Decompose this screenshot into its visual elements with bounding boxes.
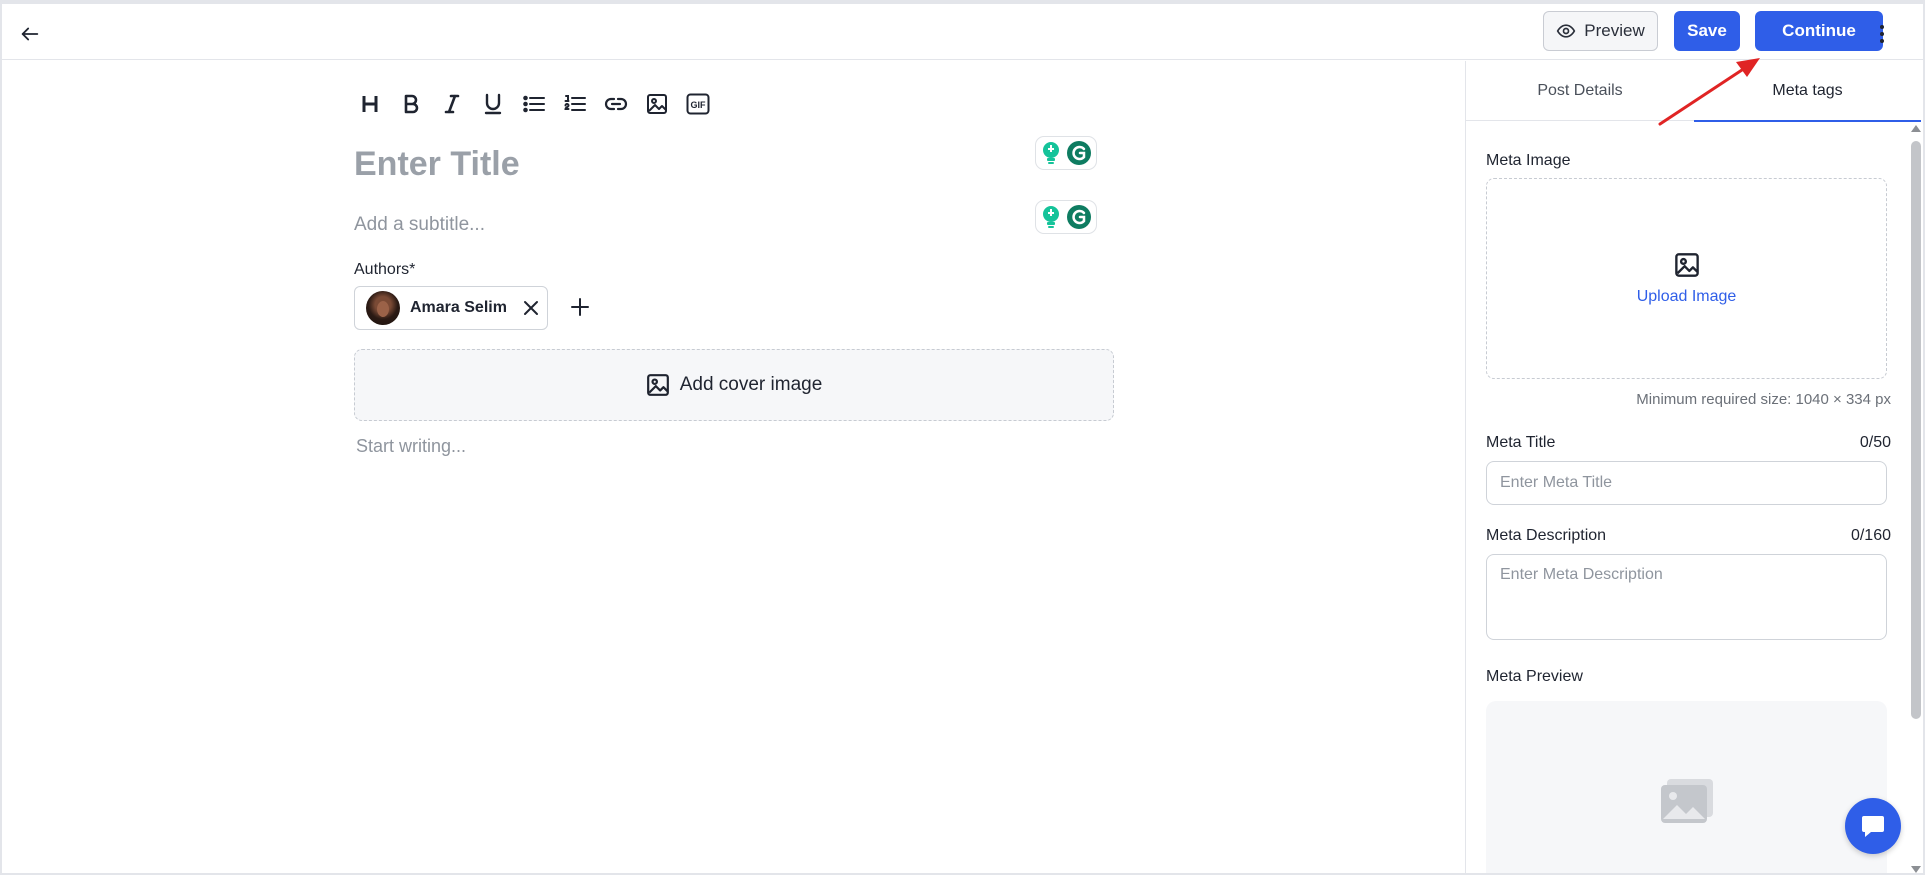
subtitle-input[interactable] bbox=[354, 209, 1004, 241]
image-icon bbox=[647, 94, 667, 114]
grammarly-widget-title[interactable] bbox=[1035, 136, 1097, 170]
scroll-thumb[interactable] bbox=[1911, 141, 1921, 719]
image-icon bbox=[1674, 252, 1699, 277]
sidebar-scrollbar[interactable] bbox=[1909, 123, 1923, 873]
upload-image-dropzone[interactable]: Upload Image bbox=[1486, 178, 1887, 379]
arrow-left-icon bbox=[21, 27, 39, 41]
numbered-list-button[interactable] bbox=[559, 88, 591, 120]
lightbulb-icon bbox=[1043, 206, 1059, 228]
grammarly-icon bbox=[1067, 205, 1091, 229]
meta-title-input[interactable] bbox=[1486, 461, 1887, 505]
chat-bubble-icon bbox=[1862, 816, 1884, 837]
authors-label: Authors* bbox=[354, 261, 416, 278]
grammarly-widget-subtitle[interactable] bbox=[1035, 200, 1097, 234]
app-window: Preview Save Continue GIF Enter Title Ad… bbox=[0, 0, 1925, 875]
meta-description-label: Meta Description bbox=[1486, 527, 1607, 544]
preview-button[interactable]: Preview bbox=[1543, 11, 1658, 51]
scroll-up-arrow[interactable] bbox=[1911, 125, 1921, 132]
scroll-down-arrow[interactable] bbox=[1911, 866, 1921, 873]
tab-meta-tags[interactable]: Meta tags bbox=[1694, 61, 1921, 122]
bold-icon bbox=[404, 94, 419, 114]
insert-gif-button[interactable]: GIF bbox=[682, 88, 714, 120]
kebab-vertical-icon bbox=[1880, 25, 1884, 43]
tab-post-details[interactable]: Post Details bbox=[1466, 61, 1694, 121]
chat-button[interactable] bbox=[1845, 798, 1901, 854]
lightbulb-icon bbox=[1043, 142, 1059, 164]
plus-icon bbox=[571, 298, 589, 316]
gif-icon: GIF bbox=[686, 93, 710, 115]
min-size-hint: Minimum required size: 1040 × 334 px bbox=[1636, 391, 1891, 408]
body-editor[interactable]: Start writing... bbox=[356, 436, 466, 457]
avatar bbox=[366, 291, 400, 325]
italic-button[interactable] bbox=[436, 88, 468, 120]
meta-preview-card bbox=[1486, 701, 1887, 873]
eye-icon bbox=[1556, 24, 1576, 38]
heading-button[interactable] bbox=[354, 88, 386, 120]
numbered-list-icon bbox=[564, 95, 586, 111]
meta-description-counter: 0/160 bbox=[1850, 527, 1891, 544]
meta-preview-label: Meta Preview bbox=[1486, 668, 1583, 685]
meta-title-label: Meta Title bbox=[1486, 434, 1556, 451]
meta-sidebar: Post Details Meta tags Meta Image Upload… bbox=[1465, 61, 1923, 873]
add-author-button[interactable] bbox=[566, 293, 594, 321]
add-cover-image-button[interactable]: Add cover image bbox=[354, 349, 1114, 421]
author-chip[interactable]: Amara Selim bbox=[354, 286, 548, 330]
cover-label: Add cover image bbox=[679, 374, 823, 395]
title-input[interactable] bbox=[354, 139, 1004, 189]
meta-image-label: Meta Image bbox=[1486, 152, 1571, 169]
heading-icon bbox=[362, 96, 378, 112]
bold-button[interactable] bbox=[395, 88, 427, 120]
insert-image-button[interactable] bbox=[641, 88, 673, 120]
top-bar: Preview Save Continue bbox=[2, 4, 1923, 60]
meta-description-input[interactable] bbox=[1486, 554, 1887, 640]
link-button[interactable] bbox=[600, 88, 632, 120]
upload-image-label: Upload Image bbox=[1636, 287, 1737, 305]
close-icon bbox=[523, 301, 538, 315]
underline-button[interactable] bbox=[477, 88, 509, 120]
svg-text:GIF: GIF bbox=[691, 100, 707, 110]
editor-pane: GIF Authors* Amara Selim Add cover image bbox=[2, 61, 1464, 873]
bullet-list-icon bbox=[523, 95, 545, 113]
preview-label: Preview bbox=[1584, 21, 1645, 40]
format-toolbar: GIF bbox=[354, 88, 714, 120]
image-icon bbox=[646, 374, 669, 396]
grammarly-icon bbox=[1067, 141, 1091, 165]
more-options-button[interactable] bbox=[1864, 18, 1900, 50]
underline-icon bbox=[484, 93, 502, 115]
save-button[interactable]: Save bbox=[1674, 11, 1740, 51]
back-button[interactable] bbox=[14, 18, 46, 50]
meta-title-counter: 0/50 bbox=[1859, 434, 1891, 451]
bullet-list-button[interactable] bbox=[518, 88, 550, 120]
sidebar-tabs: Post Details Meta tags bbox=[1466, 61, 1921, 122]
italic-icon bbox=[444, 94, 460, 114]
image-placeholder-icon bbox=[1660, 779, 1713, 823]
link-icon bbox=[604, 97, 628, 111]
author-name: Amara Selim bbox=[410, 299, 507, 316]
remove-author-button[interactable] bbox=[521, 298, 541, 318]
